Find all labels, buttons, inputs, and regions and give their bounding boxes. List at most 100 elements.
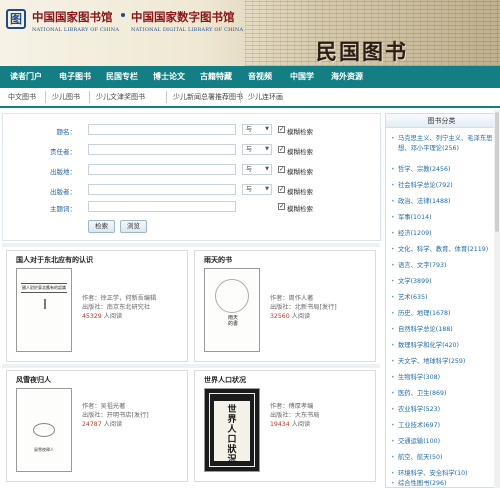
category-label: 语言、文字(793): [398, 262, 447, 269]
book-title[interactable]: 雨天的书: [204, 255, 232, 265]
category-label: 交通运输(100): [398, 438, 441, 445]
operator-value: 与: [246, 126, 253, 133]
category-item[interactable]: • 航空、航天(50): [391, 453, 497, 463]
nav-republic-column[interactable]: 民国专栏: [106, 66, 138, 88]
tab-children-recommended[interactable]: 少儿新闻总署推荐图书: [173, 88, 243, 106]
category-item[interactable]: • 自然科学总论(188): [391, 325, 497, 335]
category-label: 政治、法律(1488): [398, 198, 451, 205]
category-label: 艺术(635): [398, 294, 428, 301]
category-item[interactable]: • 政治、法律(1488): [391, 197, 497, 207]
category-label: 数理科学和化学(420): [398, 342, 460, 349]
main-nav: 读者门户 电子图书 民国专栏 博士论文 古籍特藏 音视频 中国学 海外资源: [0, 66, 500, 88]
fuzzy-label: 模糊检索: [287, 128, 313, 136]
category-item[interactable]: • 军事(1014): [391, 213, 497, 223]
category-item[interactable]: • 语言、文字(793): [391, 261, 497, 271]
publish-place-input[interactable]: [88, 164, 236, 175]
nav-doctoral-theses[interactable]: 博士论文: [153, 66, 185, 88]
category-item[interactable]: • 交通运输(100): [391, 437, 497, 447]
nav-overseas-resources[interactable]: 海外资源: [331, 66, 363, 88]
category-label: 经济(1209): [398, 230, 432, 237]
nav-ebooks[interactable]: 电子图书: [59, 66, 91, 88]
chevron-down-icon: ▼: [265, 166, 269, 172]
title-input[interactable]: [88, 124, 236, 135]
bullet-icon: •: [391, 358, 395, 365]
book-publisher: 出版社：开明书店[发行]: [82, 412, 149, 419]
tab-children-wenjin-award[interactable]: 少儿文津奖图书: [96, 88, 145, 106]
chevron-down-icon: ▼: [265, 186, 269, 192]
bullet-icon: •: [391, 422, 395, 429]
tab-chinese-books[interactable]: 中文图书: [8, 88, 36, 106]
book-cover[interactable]: 雨天的書: [204, 268, 260, 352]
tab-children-comics[interactable]: 少儿连环画: [248, 88, 283, 106]
category-label: 工业技术(697): [398, 422, 441, 429]
bullet-icon: •: [391, 374, 395, 381]
category-label: 综合性图书(296): [398, 480, 447, 487]
digital-library-name[interactable]: 中国国家数字图书馆: [131, 9, 235, 25]
tab-children-books[interactable]: 少儿图书: [52, 88, 80, 106]
book-author: 作者：周作人著: [270, 295, 314, 302]
sub-nav: 中文图书 少儿图书 少儿文津奖图书 少儿新闻总署推荐图书 少儿连环画: [0, 88, 500, 108]
category-item[interactable]: • 农业科学(523): [391, 405, 497, 415]
book-cover[interactable]: 風雪夜歸人: [16, 388, 72, 472]
bullet-icon: •: [391, 310, 395, 317]
category-item[interactable]: • 综合性图书(296): [391, 479, 497, 487]
subject-fuzzy-checkbox[interactable]: ✓: [278, 203, 285, 210]
search-button[interactable]: 检索: [88, 220, 115, 233]
library-name[interactable]: 中国国家图书馆: [32, 9, 113, 25]
category-item[interactable]: • 天文学、地球科学(259): [391, 357, 497, 367]
subject-label: 主题词：: [50, 205, 76, 213]
category-item[interactable]: • 经济(1209): [391, 229, 497, 239]
category-item[interactable]: • 数理科学和化学(420): [391, 341, 497, 351]
publisher-operator-select[interactable]: 与 ▼: [242, 184, 272, 195]
nav-ancient-books[interactable]: 古籍特藏: [200, 66, 232, 88]
bullet-icon: •: [391, 182, 395, 189]
library-logo-icon[interactable]: 图: [6, 9, 26, 29]
book-title[interactable]: 风雪夜归人: [16, 375, 51, 385]
author-fuzzy-checkbox[interactable]: ✓: [278, 146, 285, 153]
category-label: 社会科学总论(792): [398, 182, 453, 189]
subject-input[interactable]: [88, 201, 236, 212]
nav-audio-video[interactable]: 音视频: [248, 66, 272, 88]
views-suffix: 人阅读: [101, 421, 123, 428]
cover-text: 世界人口狀況: [227, 405, 237, 465]
book-title[interactable]: 世界人口状况: [204, 375, 246, 385]
category-item[interactable]: • 历史、地理(1678): [391, 309, 497, 319]
nav-reader-portal[interactable]: 读者门户: [10, 66, 42, 88]
book-title[interactable]: 国人对于东北应有的认识: [16, 255, 93, 265]
separator-dot-icon: [121, 13, 125, 17]
category-label: 军事(1014): [398, 214, 432, 221]
category-item[interactable]: • 生物科学(308): [391, 373, 497, 383]
operator-value: 与: [246, 166, 253, 173]
category-item[interactable]: • 文化、科学、教育、体育(2119): [391, 245, 497, 255]
page: 图 中国国家图书馆 NATIONAL LIBRARY OF CHINA 中国国家…: [0, 0, 500, 488]
publish-place-fuzzy-checkbox[interactable]: ✓: [278, 166, 285, 173]
publisher-input[interactable]: [88, 184, 236, 195]
publisher-fuzzy-checkbox[interactable]: ✓: [278, 186, 285, 193]
category-item[interactable]: • 文学(3899): [391, 277, 497, 287]
scrollbar-thumb[interactable]: [495, 112, 499, 232]
browse-button[interactable]: 浏览: [120, 220, 147, 233]
category-item[interactable]: • 工业技术(697): [391, 421, 497, 431]
book-cover[interactable]: 國人對於東北應有的認識: [16, 268, 72, 352]
category-item[interactable]: • 社会科学总论(792): [391, 181, 497, 191]
fuzzy-label: 模糊检索: [287, 188, 313, 196]
book-publisher: 出版社：北新书局[发行]: [270, 304, 337, 311]
publish-place-operator-select[interactable]: 与 ▼: [242, 164, 272, 175]
category-item[interactable]: • 医药、卫生(869): [391, 389, 497, 399]
title-operator-select[interactable]: 与 ▼: [242, 124, 272, 135]
category-item[interactable]: • 艺术(635): [391, 293, 497, 303]
title-label: 题名：: [56, 128, 77, 136]
views-suffix: 人阅读: [289, 313, 311, 320]
category-item[interactable]: • 哲学、宗教(2456): [391, 165, 497, 175]
category-label: 航空、航天(50): [398, 454, 443, 461]
author-input[interactable]: [88, 144, 236, 155]
author-operator-select[interactable]: 与 ▼: [242, 144, 272, 155]
category-item[interactable]: • 环境科学、安全科学(10): [391, 469, 497, 479]
category-label: 农业科学(523): [398, 406, 441, 413]
bullet-icon: •: [391, 262, 395, 269]
book-cover[interactable]: 世界人口狀況: [204, 388, 260, 472]
category-label: 医药、卫生(869): [398, 390, 447, 397]
nav-china-studies[interactable]: 中国学: [290, 66, 314, 88]
title-fuzzy-checkbox[interactable]: ✓: [278, 126, 285, 133]
category-item[interactable]: • 马克思主义、列宁主义、毛泽东思想、邓小平理论(256): [391, 134, 497, 154]
